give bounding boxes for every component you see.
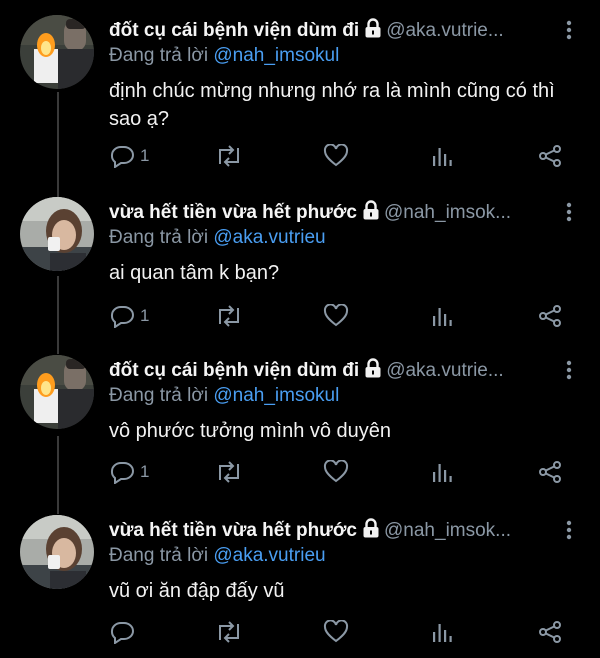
display-name[interactable]: vừa hết tiền vừa hết phước xyxy=(109,202,357,223)
analytics-icon xyxy=(431,620,453,644)
reply-button[interactable]: 1 xyxy=(109,460,149,484)
share-button[interactable] xyxy=(537,620,563,644)
reply-icon xyxy=(109,304,135,328)
tweet-text: vũ ơi ăn đập đấy vũ xyxy=(109,580,285,602)
replying-to-label: Đang trả lời xyxy=(109,385,209,406)
handle[interactable]: @nah_imsok... xyxy=(384,520,511,541)
retweet-icon xyxy=(215,620,243,644)
reply-button[interactable]: 1 xyxy=(109,304,149,328)
tweet-text: định chúc mừng nhưng nhớ ra là mình cũng… xyxy=(109,80,555,130)
replying-to: Đang trả lời @nah_imsokul xyxy=(109,384,339,408)
avatar[interactable] xyxy=(20,197,94,271)
handle[interactable]: @aka.vutrie... xyxy=(386,20,504,41)
analytics-button[interactable] xyxy=(431,144,453,168)
lock-icon xyxy=(362,200,380,227)
avatar[interactable] xyxy=(20,515,94,589)
more-vertical-icon[interactable] xyxy=(566,202,572,222)
heart-icon xyxy=(323,304,349,328)
display-name[interactable]: đốt cụ cái bệnh viện dùm đi xyxy=(109,360,359,381)
tweet-actions: 1 xyxy=(109,304,579,328)
analytics-icon xyxy=(431,304,453,328)
retweet-button[interactable] xyxy=(215,620,243,644)
reply-icon xyxy=(109,460,135,484)
avatar-woman-photo xyxy=(20,515,94,589)
replying-to: Đang trả lời @aka.vutrieu xyxy=(109,226,326,250)
heart-icon xyxy=(323,144,349,168)
tweet-actions xyxy=(109,620,579,644)
share-icon xyxy=(537,460,563,484)
replying-to-label: Đang trả lời xyxy=(109,45,209,66)
heart-icon xyxy=(323,620,349,644)
reply-icon xyxy=(109,620,135,644)
like-button[interactable] xyxy=(323,144,349,168)
mention-link[interactable]: @nah_imsokul xyxy=(213,45,339,66)
tweet-actions: 1 xyxy=(109,144,579,168)
share-icon xyxy=(537,304,563,328)
avatar[interactable] xyxy=(20,15,94,89)
tweet-header: đốt cụ cái bệnh viện dùm đi @aka.vutrie..… xyxy=(109,358,540,385)
more-vertical-icon[interactable] xyxy=(566,20,572,40)
share-button[interactable] xyxy=(537,144,563,168)
mention-link[interactable]: @nah_imsokul xyxy=(213,385,339,406)
analytics-button[interactable] xyxy=(431,460,453,484)
tweet-actions: 1 xyxy=(109,460,579,484)
display-name[interactable]: vừa hết tiền vừa hết phước xyxy=(109,520,357,541)
share-icon xyxy=(537,144,563,168)
avatar-candle-photo xyxy=(20,355,94,429)
lock-icon xyxy=(362,518,380,545)
replying-to: Đang trả lời @nah_imsokul xyxy=(109,44,339,68)
replying-to-label: Đang trả lời xyxy=(109,227,209,248)
retweet-button[interactable] xyxy=(215,460,243,484)
handle[interactable]: @aka.vutrie... xyxy=(386,360,504,381)
tweet-header: đốt cụ cái bệnh viện dùm đi @aka.vutrie..… xyxy=(109,18,540,45)
tweet-header: vừa hết tiền vừa hết phước @nah_imsok... xyxy=(109,200,540,227)
display-name[interactable]: đốt cụ cái bệnh viện dùm đi xyxy=(109,20,359,41)
reply-button[interactable]: 1 xyxy=(109,144,149,168)
tweet[interactable]: vừa hết tiền vừa hết phước @nah_imsok... … xyxy=(0,182,600,340)
tweet-thread: đốt cụ cái bệnh viện dùm đi @aka.vutrie..… xyxy=(0,0,600,658)
mention-link[interactable]: @aka.vutrieu xyxy=(213,545,325,566)
tweet[interactable]: đốt cụ cái bệnh viện dùm đi @aka.vutrie..… xyxy=(0,340,600,498)
avatar[interactable] xyxy=(20,355,94,429)
avatar-candle-photo xyxy=(20,15,94,89)
retweet-icon xyxy=(215,460,243,484)
more-vertical-icon[interactable] xyxy=(566,520,572,540)
reply-count: 1 xyxy=(140,146,150,165)
tweet[interactable]: vừa hết tiền vừa hết phước @nah_imsok... … xyxy=(0,500,600,658)
analytics-button[interactable] xyxy=(431,304,453,328)
retweet-icon xyxy=(215,304,243,328)
analytics-button[interactable] xyxy=(431,620,453,644)
replying-to: Đang trả lời @aka.vutrieu xyxy=(109,544,326,568)
handle[interactable]: @nah_imsok... xyxy=(384,202,511,223)
share-icon xyxy=(537,620,563,644)
analytics-icon xyxy=(431,460,453,484)
retweet-button[interactable] xyxy=(215,304,243,328)
like-button[interactable] xyxy=(323,304,349,328)
share-button[interactable] xyxy=(537,304,563,328)
retweet-button[interactable] xyxy=(215,144,243,168)
mention-link[interactable]: @aka.vutrieu xyxy=(213,227,325,248)
reply-count: 1 xyxy=(140,462,150,481)
more-vertical-icon[interactable] xyxy=(566,360,572,380)
like-button[interactable] xyxy=(323,460,349,484)
tweet[interactable]: đốt cụ cái bệnh viện dùm đi @aka.vutrie..… xyxy=(0,0,600,168)
reply-button[interactable] xyxy=(109,620,140,644)
retweet-icon xyxy=(215,144,243,168)
lock-icon xyxy=(364,18,382,45)
reply-count: 1 xyxy=(140,306,150,325)
avatar-woman-photo xyxy=(20,197,94,271)
tweet-text: ai quan tâm k bạn? xyxy=(109,262,280,284)
heart-icon xyxy=(323,460,349,484)
reply-icon xyxy=(109,144,135,168)
replying-to-label: Đang trả lời xyxy=(109,545,209,566)
tweet-header: vừa hết tiền vừa hết phước @nah_imsok... xyxy=(109,518,540,545)
lock-icon xyxy=(364,358,382,385)
like-button[interactable] xyxy=(323,620,349,644)
tweet-text: vô phước tưởng mình vô duyên xyxy=(109,420,392,442)
share-button[interactable] xyxy=(537,460,563,484)
analytics-icon xyxy=(431,144,453,168)
